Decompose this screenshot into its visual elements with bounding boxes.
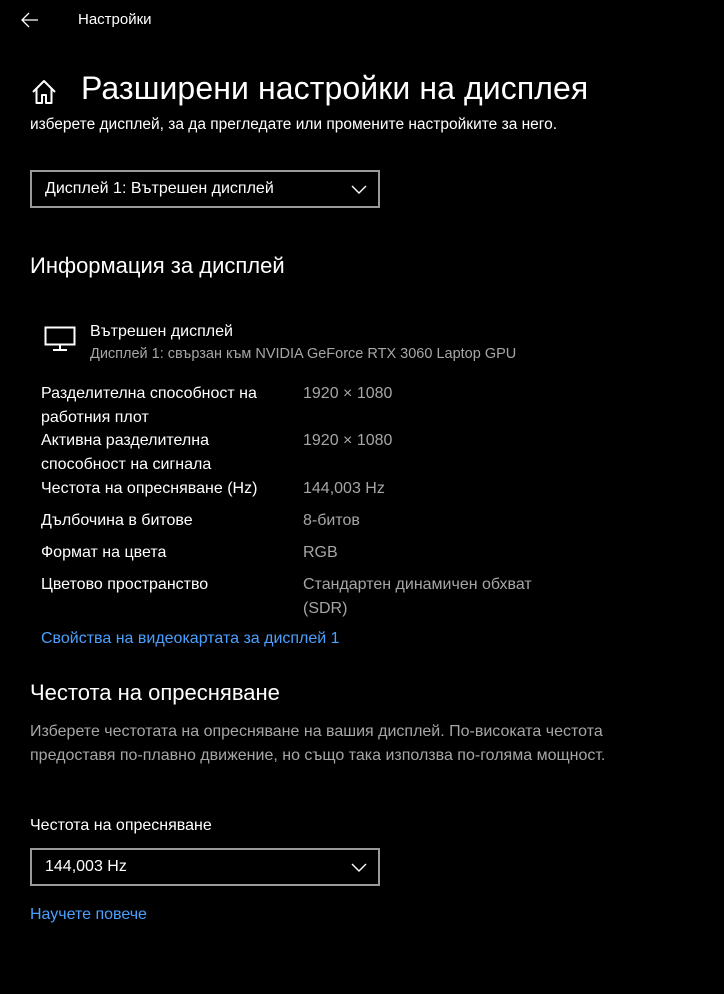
info-label-signal-resolution: Активна разделителна способност на сигна… xyxy=(41,432,212,473)
info-label-desktop-resolution: Разделителна способност на работния плот xyxy=(41,385,257,426)
info-label-color-format: Формат на цвета xyxy=(41,544,167,561)
info-value-refresh-rate: 144,003 Hz xyxy=(303,480,385,497)
adapter-properties-link[interactable]: Свойства на видеокартата за дисплей 1 xyxy=(41,630,340,648)
info-value-color-space: Стандартен динамичен обхват (SDR) xyxy=(303,576,532,617)
intro-text: изберете дисплей, за да прегледате или п… xyxy=(30,116,558,133)
monitor-icon xyxy=(44,326,76,351)
display-info-heading: Информация за дисплей xyxy=(30,253,285,278)
refresh-rate-heading: Честота на опресняване xyxy=(30,680,280,705)
info-value-bit-depth: 8-битов xyxy=(303,512,360,529)
refresh-rate-select[interactable]: 144,003 Hz xyxy=(30,848,380,886)
home-icon[interactable] xyxy=(30,78,58,106)
display-connection: Дисплей 1: свързан към NVIDIA GeForce RT… xyxy=(90,346,517,362)
info-label-color-space: Цветово пространство xyxy=(41,576,209,593)
back-arrow-icon xyxy=(21,12,38,28)
display-select[interactable]: Дисплей 1: Вътрешен дисплей xyxy=(30,170,380,208)
display-name: Вътрешен дисплей xyxy=(90,323,233,340)
info-value-signal-resolution: 1920 × 1080 xyxy=(303,432,393,449)
back-button[interactable] xyxy=(14,6,46,34)
refresh-rate-select-value: 144,003 Hz xyxy=(45,858,127,875)
refresh-rate-label: Честота на опресняване xyxy=(30,817,212,834)
info-label-refresh-rate: Честота на опресняване (Hz) xyxy=(41,480,258,497)
display-select-value: Дисплей 1: Вътрешен дисплей xyxy=(45,180,274,197)
info-label-bit-depth: Дълбочина в битове xyxy=(41,512,193,529)
chevron-down-icon xyxy=(351,863,367,872)
window-title: Настройки xyxy=(78,11,152,28)
refresh-rate-description: Изберете честотата на опресняване на ваш… xyxy=(30,723,606,764)
chevron-down-icon xyxy=(351,185,367,194)
learn-more-link[interactable]: Научете повече xyxy=(30,906,147,924)
info-value-color-format: RGB xyxy=(303,544,338,561)
page-title: Разширени настройки на дисплея xyxy=(81,70,589,106)
info-value-desktop-resolution: 1920 × 1080 xyxy=(303,385,393,402)
